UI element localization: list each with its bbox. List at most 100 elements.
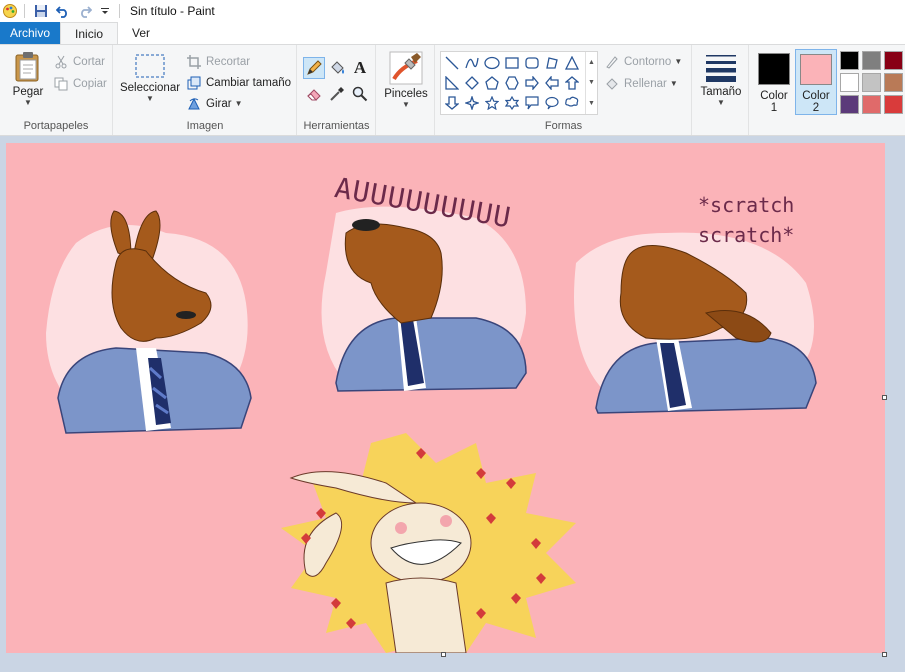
tab-home[interactable]: Inicio xyxy=(60,22,119,44)
cloud-callout-shape-icon[interactable] xyxy=(563,94,581,112)
color1-button[interactable]: Color 1 xyxy=(756,53,792,114)
outline-label: Contorno xyxy=(624,56,672,68)
select-button[interactable]: Seleccionar ▼ xyxy=(120,53,180,103)
oval-callout-shape-icon[interactable] xyxy=(543,94,561,112)
title-separator xyxy=(119,4,120,18)
copy-icon xyxy=(53,76,69,92)
left-arrow-shape-icon[interactable] xyxy=(543,74,561,92)
shapes-gallery: ▲ ▼ ▼ xyxy=(440,51,598,115)
undo-icon[interactable] xyxy=(55,3,71,19)
right-triangle-shape-icon[interactable] xyxy=(443,74,461,92)
palette-swatch[interactable] xyxy=(884,51,903,70)
rectangle-callout-shape-icon[interactable] xyxy=(523,94,541,112)
scratch-text-line2: scratch* xyxy=(698,223,795,247)
chevron-down-icon: ▼ xyxy=(146,94,154,103)
crop-button[interactable]: Recortar xyxy=(186,53,250,71)
palette-swatch[interactable] xyxy=(862,95,881,114)
palette-swatch[interactable] xyxy=(840,73,859,92)
chevron-down-icon: ▼ xyxy=(402,100,410,109)
rectangle-shape-icon[interactable] xyxy=(503,54,521,72)
ribbon-tabs: Archivo Inicio Ver xyxy=(0,22,905,44)
color2-swatch xyxy=(800,54,832,85)
rotate-icon xyxy=(186,96,202,112)
palette-swatch[interactable] xyxy=(862,73,881,92)
clipboard-group: Pegar ▼ Cortar Copiar Portapapeles xyxy=(0,45,113,135)
crop-label: Recortar xyxy=(206,56,251,68)
resize-label: Cambiar tamaño xyxy=(206,77,292,89)
polygon-shape-icon[interactable] xyxy=(543,54,561,72)
triangle-shape-icon[interactable] xyxy=(563,54,581,72)
drawing-canvas[interactable]: AUUUUUUUUU *scratch scratch* xyxy=(6,143,885,653)
rotate-button[interactable]: Girar ▼ xyxy=(186,95,242,113)
diamond-shape-icon[interactable] xyxy=(463,74,481,92)
chevron-down-icon[interactable]: ▼ xyxy=(588,79,595,86)
fill-button[interactable]: Rellenar ▼ xyxy=(604,75,678,93)
hexagon-shape-icon[interactable] xyxy=(503,74,521,92)
cut-label: Cortar xyxy=(73,56,105,68)
palette-swatch[interactable] xyxy=(840,95,859,114)
tools-group-label: Herramientas xyxy=(303,120,370,132)
scratch-text-line1: *scratch xyxy=(698,193,795,217)
tab-file[interactable]: Archivo xyxy=(0,22,61,44)
magnifier-icon[interactable] xyxy=(349,83,371,105)
text-icon[interactable]: A xyxy=(349,57,371,79)
six-point-star-shape-icon[interactable] xyxy=(503,94,521,112)
fill-bucket-icon[interactable] xyxy=(326,57,348,79)
save-icon[interactable] xyxy=(33,3,49,19)
right-arrow-shape-icon[interactable] xyxy=(523,74,541,92)
paint-app-icon[interactable] xyxy=(2,3,18,19)
line-shape-icon[interactable] xyxy=(443,54,461,72)
fill-label: Rellenar xyxy=(624,78,667,90)
cut-button[interactable]: Cortar xyxy=(53,53,105,71)
size-button[interactable]: Tamaño ▼ xyxy=(699,53,743,107)
palette-swatch[interactable] xyxy=(840,51,859,70)
curve-shape-icon[interactable] xyxy=(463,54,481,72)
chevron-down-icon: ▼ xyxy=(669,79,678,88)
eraser-icon[interactable] xyxy=(303,83,325,105)
color2-button[interactable]: Color 2 xyxy=(795,49,837,115)
palette-swatch[interactable] xyxy=(862,51,881,70)
outline-button[interactable]: Contorno ▼ xyxy=(604,53,682,71)
chevron-up-icon[interactable]: ▲ xyxy=(588,59,595,66)
tab-view[interactable]: Ver xyxy=(118,22,164,44)
paste-button[interactable]: Pegar ▼ xyxy=(8,51,48,107)
title-separator xyxy=(24,4,25,18)
oval-shape-icon[interactable] xyxy=(483,54,501,72)
color2-label: Color xyxy=(802,90,830,102)
expand-gallery-icon[interactable]: ▼ xyxy=(588,100,595,107)
ribbon: Pegar ▼ Cortar Copiar Portapapeles Selec… xyxy=(0,44,905,136)
color2-number: 2 xyxy=(812,102,820,114)
five-point-star-shape-icon[interactable] xyxy=(483,94,501,112)
customize-quick-access-icon[interactable] xyxy=(97,3,113,19)
palette-swatch[interactable] xyxy=(884,73,903,92)
color1-number: 1 xyxy=(770,102,778,114)
resize-button[interactable]: Cambiar tamaño xyxy=(186,74,291,92)
rounded-rectangle-shape-icon[interactable] xyxy=(523,54,541,72)
down-arrow-shape-icon[interactable] xyxy=(443,94,461,112)
pencil-icon[interactable] xyxy=(303,57,325,79)
canvas-resize-handle-corner[interactable] xyxy=(882,652,887,657)
dog-character-middle xyxy=(321,206,527,392)
shapes-scrollbar[interactable]: ▲ ▼ ▼ xyxy=(585,52,597,114)
scissors-icon xyxy=(53,54,69,70)
line-width-icon xyxy=(706,55,736,82)
palette-swatch[interactable] xyxy=(884,95,903,114)
up-arrow-shape-icon[interactable] xyxy=(563,74,581,92)
pentagon-shape-icon[interactable] xyxy=(483,74,501,92)
rotate-label: Girar xyxy=(206,98,232,110)
redo-icon[interactable] xyxy=(77,3,93,19)
resize-icon xyxy=(186,75,202,91)
copy-button[interactable]: Copiar xyxy=(53,75,107,93)
workspace: AUUUUUUUUU *scratch scratch* xyxy=(0,137,905,672)
image-group: Seleccionar ▼ Recortar Cambiar tamaño Gi… xyxy=(114,45,297,135)
colors-group: Color 1 Color 2 xyxy=(750,45,905,135)
four-point-star-shape-icon[interactable] xyxy=(463,94,481,112)
canvas-resize-handle-right[interactable] xyxy=(882,395,887,400)
clipboard-group-label: Portapapeles xyxy=(23,120,89,132)
shapes-group: ▲ ▼ ▼ Contorno ▼ Rellenar ▼ Formas xyxy=(436,45,692,135)
color1-swatch xyxy=(758,53,790,85)
canvas-resize-handle-bottom[interactable] xyxy=(441,652,446,657)
brushes-button[interactable]: Pinceles ▼ xyxy=(383,51,429,109)
color-picker-icon[interactable] xyxy=(326,83,348,105)
brush-icon xyxy=(389,51,423,85)
